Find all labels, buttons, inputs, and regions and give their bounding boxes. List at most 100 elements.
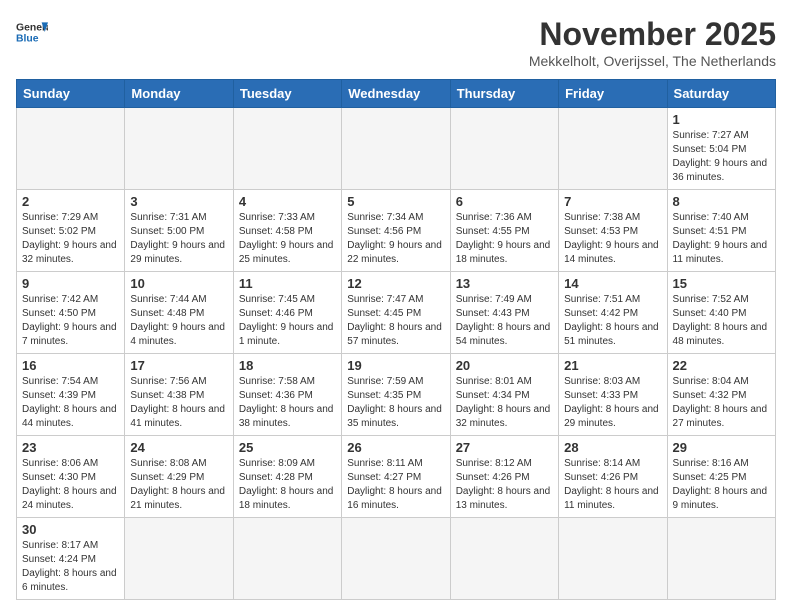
day-number: 4: [239, 194, 336, 209]
title-block: November 2025 Mekkelholt, Overijssel, Th…: [529, 16, 776, 69]
calendar-cell: [667, 518, 775, 600]
day-number: 10: [130, 276, 227, 291]
day-number: 24: [130, 440, 227, 455]
day-number: 17: [130, 358, 227, 373]
day-info: Sunrise: 7:45 AM Sunset: 4:46 PM Dayligh…: [239, 293, 336, 349]
header-wednesday: Wednesday: [342, 80, 450, 108]
calendar-cell: 9 Sunrise: 7:42 AM Sunset: 4:50 PM Daylig…: [17, 272, 125, 354]
day-info: Sunrise: 7:56 AM Sunset: 4:38 PM Dayligh…: [130, 375, 227, 431]
calendar-cell: 18 Sunrise: 7:58 AM Sunset: 4:36 PM Dayli…: [233, 354, 341, 436]
day-info: Sunrise: 7:49 AM Sunset: 4:43 PM Dayligh…: [456, 293, 553, 349]
calendar-cell: 13 Sunrise: 7:49 AM Sunset: 4:43 PM Dayli…: [450, 272, 558, 354]
day-number: 5: [347, 194, 444, 209]
day-info: Sunrise: 8:08 AM Sunset: 4:29 PM Dayligh…: [130, 457, 227, 513]
calendar-cell: 15Sunrise: 7:52 AM Sunset: 4:40 PM Dayli…: [667, 272, 775, 354]
day-info: Sunrise: 8:12 AM Sunset: 4:26 PM Dayligh…: [456, 457, 553, 513]
calendar-cell: 26 Sunrise: 8:11 AM Sunset: 4:27 PM Dayli…: [342, 436, 450, 518]
header-friday: Friday: [559, 80, 667, 108]
day-info: Sunrise: 8:04 AM Sunset: 4:32 PM Dayligh…: [673, 375, 770, 431]
day-number: 20: [456, 358, 553, 373]
calendar-cell: 3 Sunrise: 7:31 AM Sunset: 5:00 PM Daylig…: [125, 190, 233, 272]
page-header: General Blue November 2025 Mekkelholt, O…: [16, 16, 776, 69]
calendar-cell: 24 Sunrise: 8:08 AM Sunset: 4:29 PM Dayli…: [125, 436, 233, 518]
day-number: 18: [239, 358, 336, 373]
calendar-cell: [233, 108, 341, 190]
day-number: 15: [673, 276, 770, 291]
day-info: Sunrise: 7:40 AM Sunset: 4:51 PM Dayligh…: [673, 211, 770, 267]
calendar-cell: 30 Sunrise: 8:17 AM Sunset: 4:24 PM Dayli…: [17, 518, 125, 600]
calendar-cell: 2 Sunrise: 7:29 AM Sunset: 5:02 PM Daylig…: [17, 190, 125, 272]
week-row-5: 30 Sunrise: 8:17 AM Sunset: 4:24 PM Dayli…: [17, 518, 776, 600]
day-number: 30: [22, 522, 119, 537]
day-info: Sunrise: 7:58 AM Sunset: 4:36 PM Dayligh…: [239, 375, 336, 431]
calendar-cell: 29Sunrise: 8:16 AM Sunset: 4:25 PM Dayli…: [667, 436, 775, 518]
day-info: Sunrise: 7:27 AM Sunset: 5:04 PM Dayligh…: [673, 129, 770, 185]
week-row-1: 2 Sunrise: 7:29 AM Sunset: 5:02 PM Daylig…: [17, 190, 776, 272]
header-sunday: Sunday: [17, 80, 125, 108]
day-info: Sunrise: 8:11 AM Sunset: 4:27 PM Dayligh…: [347, 457, 444, 513]
calendar-cell: [342, 518, 450, 600]
day-info: Sunrise: 8:16 AM Sunset: 4:25 PM Dayligh…: [673, 457, 770, 513]
week-row-3: 16Sunrise: 7:54 AM Sunset: 4:39 PM Dayli…: [17, 354, 776, 436]
day-number: 19: [347, 358, 444, 373]
calendar-cell: 21Sunrise: 8:03 AM Sunset: 4:33 PM Dayli…: [559, 354, 667, 436]
day-number: 23: [22, 440, 119, 455]
day-info: Sunrise: 7:36 AM Sunset: 4:55 PM Dayligh…: [456, 211, 553, 267]
week-row-4: 23 Sunrise: 8:06 AM Sunset: 4:30 PM Dayli…: [17, 436, 776, 518]
calendar-cell: [17, 108, 125, 190]
week-row-2: 9 Sunrise: 7:42 AM Sunset: 4:50 PM Daylig…: [17, 272, 776, 354]
calendar-cell: 20 Sunrise: 8:01 AM Sunset: 4:34 PM Dayli…: [450, 354, 558, 436]
calendar-cell: [559, 518, 667, 600]
day-number: 9: [22, 276, 119, 291]
day-number: 1: [673, 112, 770, 127]
day-info: Sunrise: 7:38 AM Sunset: 4:53 PM Dayligh…: [564, 211, 661, 267]
month-title: November 2025: [529, 16, 776, 53]
calendar-cell: 27Sunrise: 8:12 AM Sunset: 4:26 PM Dayli…: [450, 436, 558, 518]
day-number: 7: [564, 194, 661, 209]
day-number: 26: [347, 440, 444, 455]
day-info: Sunrise: 7:44 AM Sunset: 4:48 PM Dayligh…: [130, 293, 227, 349]
calendar-cell: 17 Sunrise: 7:56 AM Sunset: 4:38 PM Dayli…: [125, 354, 233, 436]
calendar-cell: [559, 108, 667, 190]
day-info: Sunrise: 8:01 AM Sunset: 4:34 PM Dayligh…: [456, 375, 553, 431]
calendar-table: SundayMondayTuesdayWednesdayThursdayFrid…: [16, 79, 776, 600]
calendar-cell: [125, 518, 233, 600]
day-number: 16: [22, 358, 119, 373]
calendar-cell: [125, 108, 233, 190]
day-number: 11: [239, 276, 336, 291]
calendar-cell: 22Sunrise: 8:04 AM Sunset: 4:32 PM Dayli…: [667, 354, 775, 436]
day-info: Sunrise: 8:09 AM Sunset: 4:28 PM Dayligh…: [239, 457, 336, 513]
header-monday: Monday: [125, 80, 233, 108]
day-number: 3: [130, 194, 227, 209]
calendar-cell: [233, 518, 341, 600]
day-info: Sunrise: 7:47 AM Sunset: 4:45 PM Dayligh…: [347, 293, 444, 349]
calendar-cell: 16Sunrise: 7:54 AM Sunset: 4:39 PM Dayli…: [17, 354, 125, 436]
day-info: Sunrise: 8:14 AM Sunset: 4:26 PM Dayligh…: [564, 457, 661, 513]
logo: General Blue: [16, 16, 48, 48]
header-saturday: Saturday: [667, 80, 775, 108]
day-number: 6: [456, 194, 553, 209]
calendar-cell: 28Sunrise: 8:14 AM Sunset: 4:26 PM Dayli…: [559, 436, 667, 518]
calendar-cell: [342, 108, 450, 190]
day-number: 21: [564, 358, 661, 373]
day-info: Sunrise: 8:17 AM Sunset: 4:24 PM Dayligh…: [22, 539, 119, 595]
week-row-0: 1 Sunrise: 7:27 AM Sunset: 5:04 PM Daylig…: [17, 108, 776, 190]
day-info: Sunrise: 8:06 AM Sunset: 4:30 PM Dayligh…: [22, 457, 119, 513]
day-info: Sunrise: 7:42 AM Sunset: 4:50 PM Dayligh…: [22, 293, 119, 349]
day-info: Sunrise: 7:33 AM Sunset: 4:58 PM Dayligh…: [239, 211, 336, 267]
calendar-cell: 1 Sunrise: 7:27 AM Sunset: 5:04 PM Daylig…: [667, 108, 775, 190]
svg-text:Blue: Blue: [16, 34, 39, 45]
day-info: Sunrise: 7:51 AM Sunset: 4:42 PM Dayligh…: [564, 293, 661, 349]
day-info: Sunrise: 7:29 AM Sunset: 5:02 PM Dayligh…: [22, 211, 119, 267]
header-tuesday: Tuesday: [233, 80, 341, 108]
calendar-cell: 4 Sunrise: 7:33 AM Sunset: 4:58 PM Daylig…: [233, 190, 341, 272]
calendar-cell: 11 Sunrise: 7:45 AM Sunset: 4:46 PM Dayli…: [233, 272, 341, 354]
calendar-cell: 6 Sunrise: 7:36 AM Sunset: 4:55 PM Daylig…: [450, 190, 558, 272]
calendar-cell: 14Sunrise: 7:51 AM Sunset: 4:42 PM Dayli…: [559, 272, 667, 354]
logo-icon: General Blue: [16, 16, 48, 48]
day-number: 13: [456, 276, 553, 291]
day-number: 2: [22, 194, 119, 209]
day-number: 25: [239, 440, 336, 455]
day-info: Sunrise: 7:31 AM Sunset: 5:00 PM Dayligh…: [130, 211, 227, 267]
day-number: 12: [347, 276, 444, 291]
